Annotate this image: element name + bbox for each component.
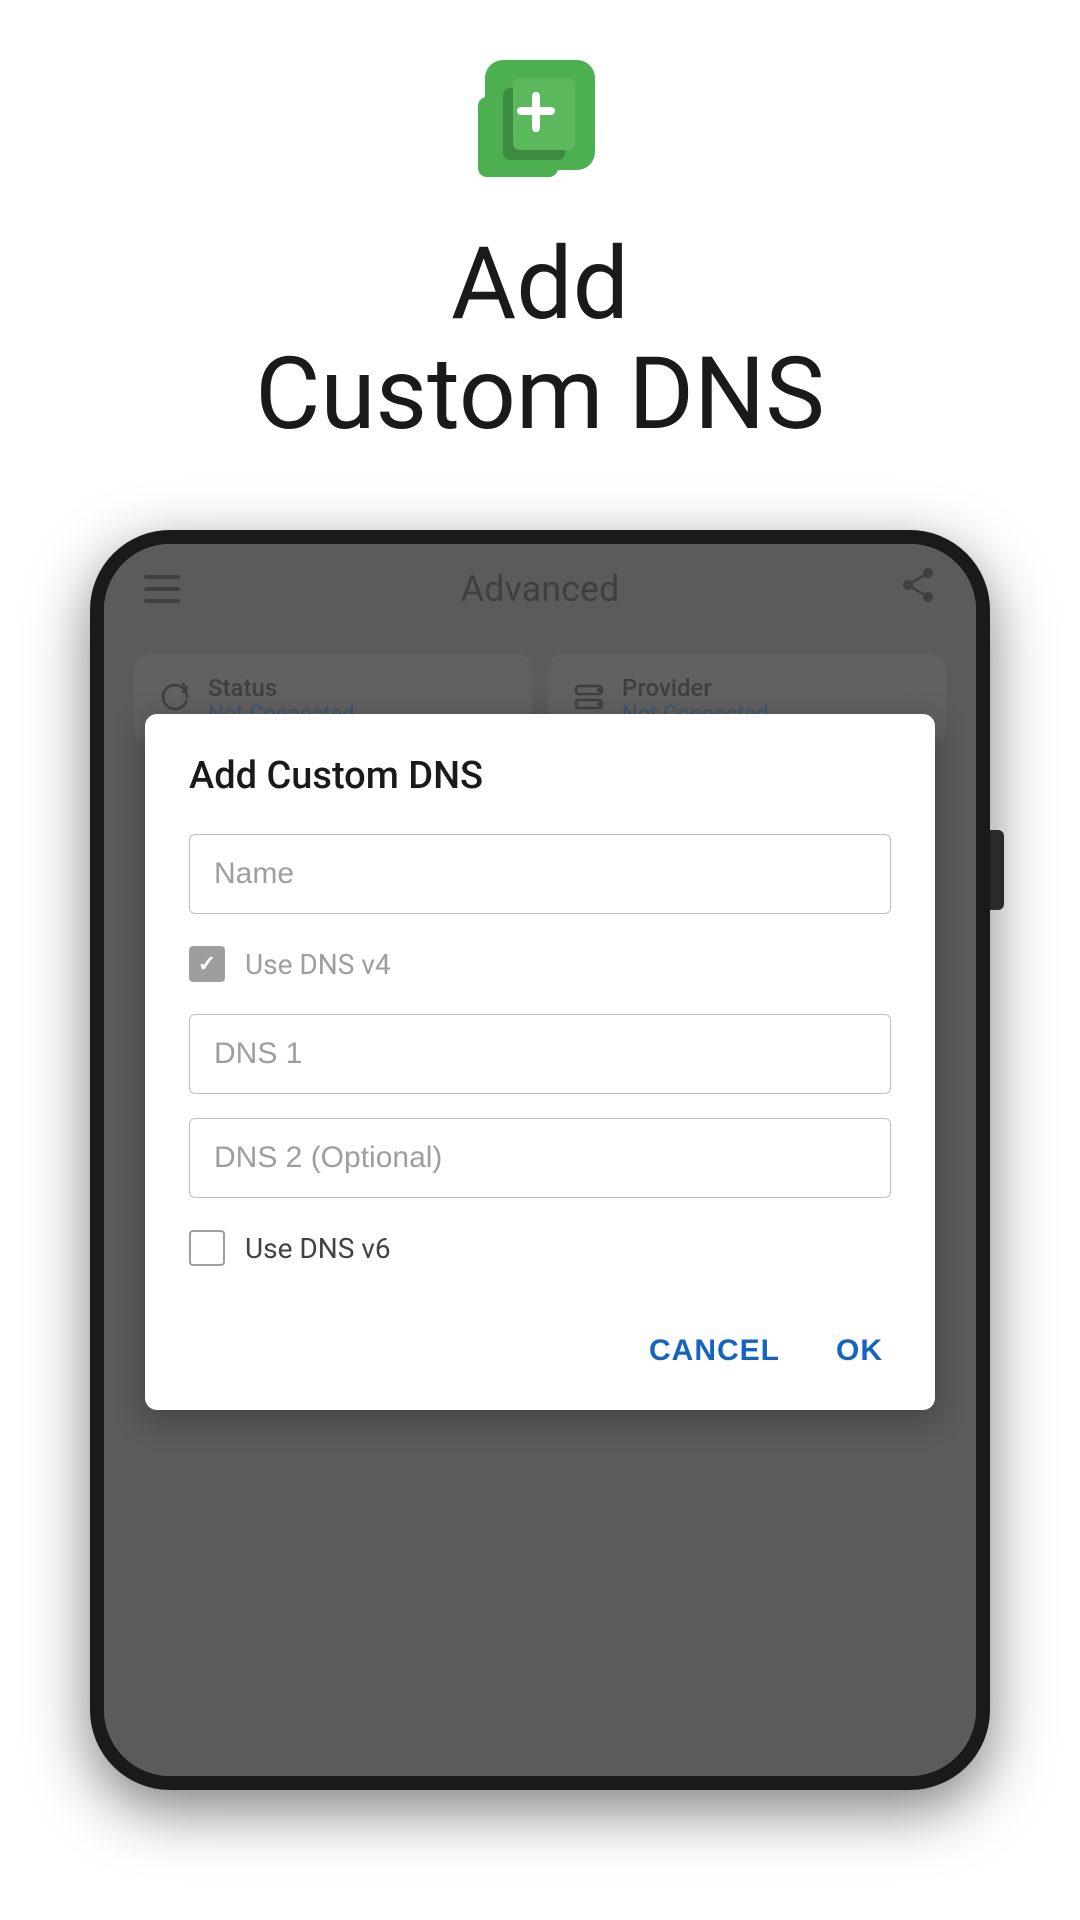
dns-v6-label: Use DNS v6: [245, 1232, 391, 1265]
dns-v6-checkbox-row[interactable]: Use DNS v6: [189, 1222, 891, 1274]
page-title: Add Custom DNS: [255, 230, 824, 450]
app-icon: [485, 60, 595, 170]
dns1-input[interactable]: [189, 1014, 891, 1094]
name-input[interactable]: [189, 834, 891, 914]
add-content-icon: [495, 70, 585, 160]
add-custom-dns-dialog: Add Custom DNS Use DNS v4: [145, 714, 935, 1410]
title-area: Add Custom DNS: [255, 230, 824, 450]
dialog-title: Add Custom DNS: [189, 754, 891, 798]
cancel-button[interactable]: CANCEL: [641, 1322, 788, 1380]
dns2-input[interactable]: [189, 1118, 891, 1198]
phone-outer: Advanced: [90, 530, 990, 1790]
dns-v4-checkbox[interactable]: [189, 946, 225, 982]
phone-mockup: Advanced: [90, 530, 990, 1790]
phone-screen: Advanced: [104, 544, 976, 1776]
dns-v6-checkbox[interactable]: [189, 1230, 225, 1266]
top-icon-area: [485, 60, 595, 170]
dns-v4-label: Use DNS v4: [245, 948, 391, 981]
dialog-actions: CANCEL OK: [189, 1298, 891, 1410]
dns-v4-checkbox-row[interactable]: Use DNS v4: [189, 938, 891, 990]
ok-button[interactable]: OK: [828, 1322, 891, 1380]
dialog-backdrop: Add Custom DNS Use DNS v4: [104, 544, 976, 1776]
